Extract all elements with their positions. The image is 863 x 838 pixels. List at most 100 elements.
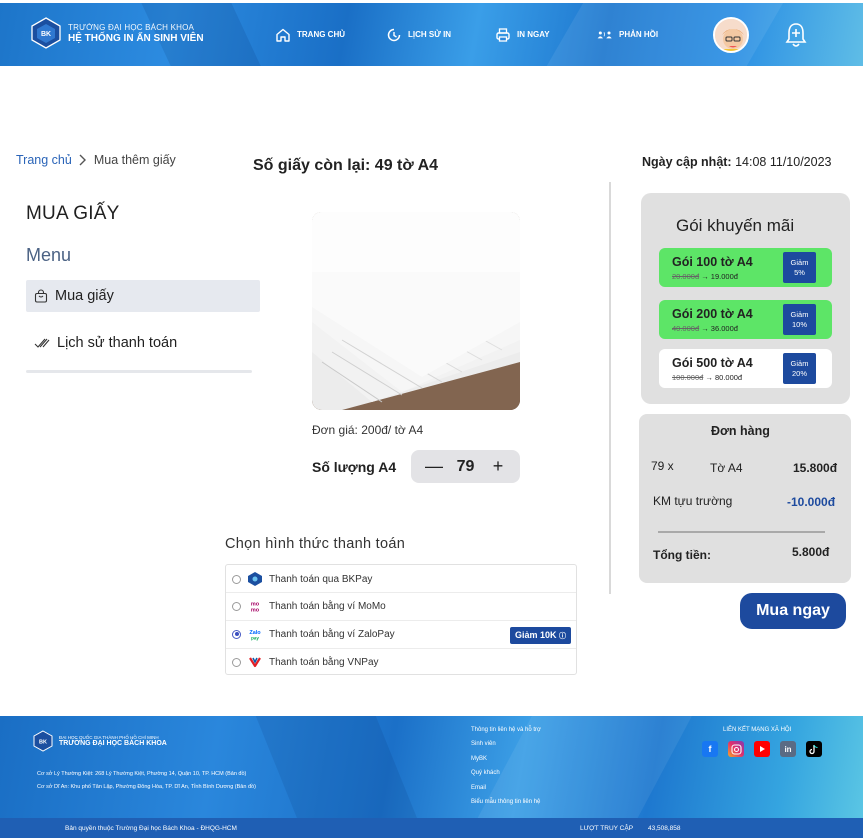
increment-button[interactable]: + xyxy=(490,456,506,477)
discount-badge-label: Giảm 10K xyxy=(514,630,557,640)
remaining-paper: Số giấy còn lại: 49 tờ A4 xyxy=(253,157,439,174)
breadcrumb-home[interactable]: Trang chủ xyxy=(16,153,72,167)
nav-print[interactable]: IN NGAY xyxy=(495,3,550,66)
order-divider xyxy=(658,531,825,533)
order-qty: 79 x xyxy=(651,459,674,473)
radio-button[interactable] xyxy=(232,574,241,584)
payment-option-momo[interactable]: mo mo Thanh toán bằng ví MoMo xyxy=(226,592,576,620)
payment-option-label: Thanh toán qua BKPay xyxy=(269,573,373,585)
footer-link[interactable]: Quý khách xyxy=(471,770,541,784)
nav-history-label: LỊCH SỬ IN xyxy=(408,30,452,39)
footer-address-2: Cơ sở Dĩ An: Khu phố Tân Lập, Phường Đôn… xyxy=(37,784,256,790)
new-price: → 36.000đ xyxy=(701,324,738,333)
footer-logo-badge: BK xyxy=(39,740,47,746)
sidebar-item-payment-history[interactable]: Lịch sử thanh toán xyxy=(26,327,260,359)
breadcrumb-current: Mua thêm giấy xyxy=(93,153,176,167)
payment-options: Thanh toán qua BKPay mo mo Thanh toán bằn… xyxy=(225,564,577,675)
menu-divider xyxy=(26,370,252,373)
footer-logo-line2: TRƯỜNG ĐẠI HỌC BÁCH KHOA xyxy=(59,740,167,747)
last-updated-label: Ngày cập nhật: xyxy=(642,155,732,169)
discount-tag: Giảm 5% xyxy=(783,252,816,283)
discount-tag-label: Giảm xyxy=(790,359,809,368)
footer-link[interactable]: MyBK xyxy=(471,756,541,770)
promo-package-200[interactable]: Gói 200 tờ A4 40.000đ → 36.000đ Giảm 10% xyxy=(659,300,832,339)
payment-option-zalopay[interactable]: Zalo pay Thanh toán bằng ví ZaloPay Giảm … xyxy=(226,620,576,648)
discount-tag-label: Giảm xyxy=(790,310,809,319)
order-total-label: Tổng tiền: xyxy=(653,548,711,562)
package-name: Gói 100 tờ A4 xyxy=(672,255,753,269)
discount-tag-value: 20% xyxy=(791,369,807,378)
visits-count: 43,508,858 xyxy=(648,825,681,832)
bkpay-icon xyxy=(247,572,263,586)
tiktok-icon[interactable] xyxy=(806,741,822,757)
footer-address-1: Cơ sở Lý Thường Kiệt: 268 Lý Thường Kiệt… xyxy=(37,771,247,777)
facebook-icon[interactable]: f xyxy=(702,741,718,757)
payment-title: Chọn hình thức thanh toán xyxy=(225,536,406,552)
nav-feedback[interactable]: PHẢN HỒI xyxy=(597,3,658,66)
quantity-label: Số lượng A4 xyxy=(312,459,397,475)
facebook-glyph: f xyxy=(708,744,712,754)
brand-logo[interactable]: BK TRƯỜNG ĐẠI HỌC BÁCH KHOA HỆ THỐNG IN … xyxy=(30,17,204,49)
momo-icon: mo mo xyxy=(247,599,263,613)
instagram-glyph xyxy=(730,743,742,755)
visits-label: LƯỢT TRUY CẬP xyxy=(580,825,634,832)
info-icon: ⓘ xyxy=(559,633,566,640)
vnpay-icon xyxy=(247,655,263,669)
package-name: Gói 500 tờ A4 xyxy=(672,356,753,370)
svg-text:mo: mo xyxy=(251,608,260,614)
quantity-value[interactable]: 79 xyxy=(457,458,475,476)
footer-logo[interactable]: BK ĐẠI HỌC QUỐC GIA THÀNH PHỐ HỒ CHÍ MIN… xyxy=(32,730,167,752)
nav-history[interactable]: LỊCH SỬ IN xyxy=(386,3,451,66)
copyright: Bản quyền thuộc Trường Đại học Bách Khoa… xyxy=(65,825,237,832)
footer-link[interactable]: Sinh viên xyxy=(471,741,541,755)
decrement-button[interactable]: — xyxy=(425,456,443,477)
new-price: → 80.000đ xyxy=(705,373,743,382)
tiktok-glyph xyxy=(809,744,818,754)
user-avatar[interactable] xyxy=(713,17,749,53)
order-promo-label: KM tựu trường xyxy=(653,494,733,508)
bag-icon xyxy=(34,289,48,303)
payment-option-bkpay[interactable]: Thanh toán qua BKPay xyxy=(226,565,576,593)
promo-title: Gói khuyến mãi xyxy=(676,216,795,235)
radio-button[interactable] xyxy=(232,601,241,611)
bk-logo-icon: BK xyxy=(33,730,53,752)
paper-product-image xyxy=(312,212,520,410)
discount-tag-value: 10% xyxy=(791,320,807,329)
footer-links: Thông tin liên hệ và hỗ trợ Sinh viên My… xyxy=(471,727,541,813)
svg-text:pay: pay xyxy=(251,636,259,641)
double-check-icon xyxy=(34,338,50,348)
chevron-right-icon xyxy=(79,154,86,166)
order-total-value: 5.800đ xyxy=(792,545,830,559)
footer-link[interactable]: Email xyxy=(471,785,541,799)
promo-package-500[interactable]: Gói 500 tờ A4 100.000đ → 80.000đ Giảm 20% xyxy=(659,349,832,388)
sidebar-item-label: Mua giấy xyxy=(55,288,114,304)
payment-option-label: Thanh toán bằng VNPay xyxy=(269,656,379,668)
sidebar-item-buy-paper[interactable]: Mua giấy xyxy=(26,280,260,312)
instagram-icon[interactable] xyxy=(728,741,744,757)
order-title: Đơn hàng xyxy=(711,424,770,438)
new-price: → 19.000đ xyxy=(701,272,738,281)
zalopay-icon: Zalo pay xyxy=(247,627,263,641)
menu-title: Menu xyxy=(26,245,72,265)
radio-button[interactable] xyxy=(232,657,241,667)
nav-home[interactable]: TRANG CHỦ xyxy=(275,3,345,66)
buy-now-button[interactable]: Mua ngay xyxy=(740,593,846,629)
linkedin-icon[interactable]: in xyxy=(780,741,796,757)
footer: BK ĐẠI HỌC QUỐC GIA THÀNH PHỐ HỒ CHÍ MIN… xyxy=(0,716,863,838)
social-links: f in xyxy=(702,741,822,757)
nav-print-label: IN NGAY xyxy=(517,30,550,39)
breadcrumb: Trang chủ Mua thêm giấy xyxy=(16,153,176,167)
order-item-total: 15.800đ xyxy=(793,461,838,475)
nav-home-label: TRANG CHỦ xyxy=(297,30,345,39)
youtube-icon[interactable] xyxy=(754,741,770,757)
footer-link[interactable]: Biểu mẫu thông tin liên hệ xyxy=(471,799,541,813)
paper-stack-illustration xyxy=(312,212,520,410)
radio-button-selected[interactable] xyxy=(232,629,241,639)
promo-package-100[interactable]: Gói 100 tờ A4 20.000đ → 19.000đ Giảm 5% xyxy=(659,248,832,287)
footer-link[interactable]: Thông tin liên hệ và hỗ trợ xyxy=(471,727,541,741)
payment-option-vnpay[interactable]: Thanh toán bằng VNPay xyxy=(226,648,576,676)
notification-bell-icon[interactable] xyxy=(785,21,807,49)
payment-option-label: Thanh toán bằng ví ZaloPay xyxy=(269,628,395,640)
order-summary: Đơn hàng 79 x Tờ A4 15.800đ KM tựu trườn… xyxy=(639,414,851,583)
logo-line2: HỆ THỐNG IN ẤN SINH VIÊN xyxy=(68,33,204,44)
